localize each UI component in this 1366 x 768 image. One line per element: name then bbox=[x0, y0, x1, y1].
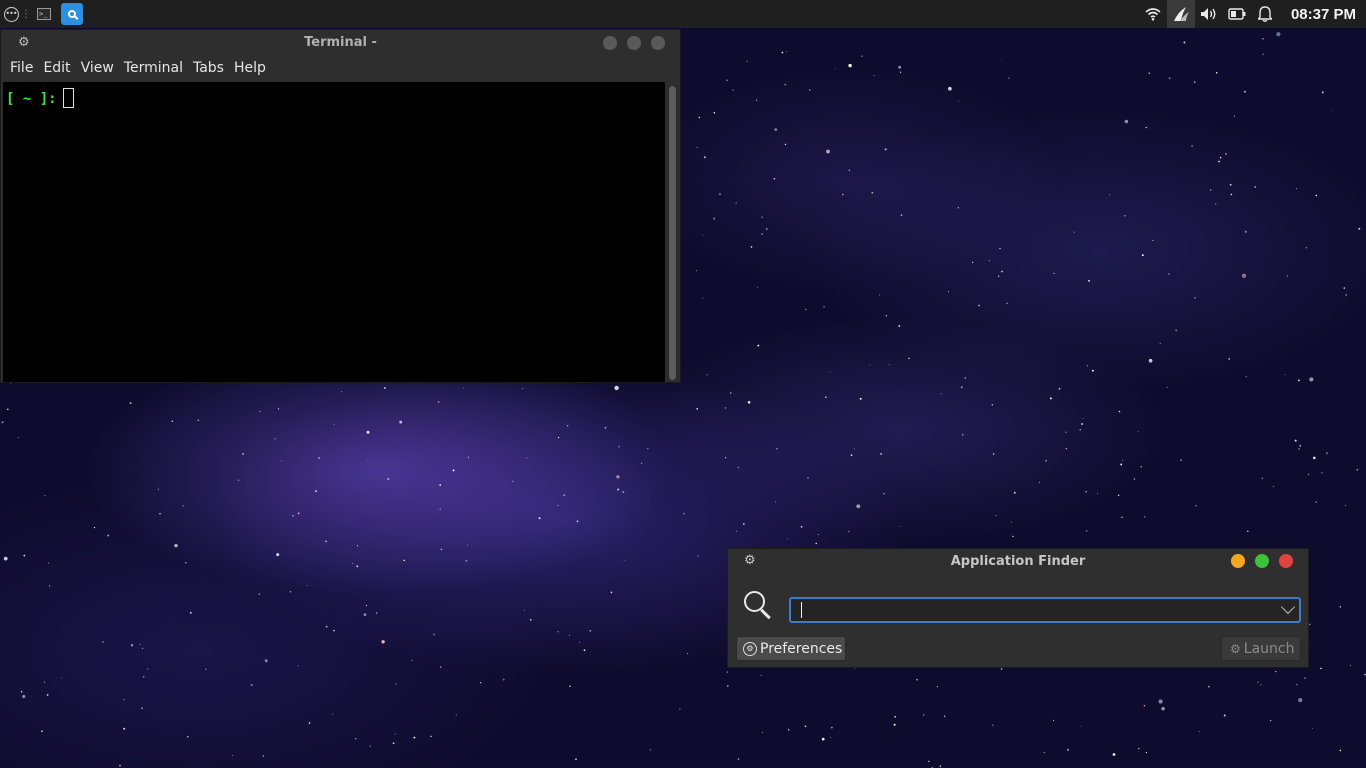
menu-help[interactable]: Help bbox=[229, 60, 271, 76]
app-tray-icon[interactable] bbox=[1166, 0, 1195, 28]
taskbar-terminal[interactable]: >_ bbox=[30, 0, 58, 28]
text-caret bbox=[801, 602, 802, 618]
appfinder-maximize-button[interactable] bbox=[1255, 554, 1269, 568]
appfinder-close-button[interactable] bbox=[1279, 554, 1293, 568]
menu-dots-icon: ••• bbox=[3, 6, 19, 22]
menu-tabs[interactable]: Tabs bbox=[188, 60, 229, 76]
appfinder-search-input[interactable] bbox=[789, 597, 1301, 623]
search-icon bbox=[744, 591, 771, 620]
menu-file[interactable]: File bbox=[5, 60, 38, 76]
launch-icon: ⚙ bbox=[1230, 641, 1241, 656]
taskbar-application-finder[interactable] bbox=[58, 0, 86, 28]
top-panel: ••• ⋮ >_ 08:37 PM bbox=[0, 0, 1366, 28]
terminal-output-area[interactable]: [ ~ ]: bbox=[3, 82, 665, 382]
whisker-menu-button[interactable]: ••• bbox=[0, 0, 22, 28]
terminal-titlebar[interactable]: ⚙ Terminal - bbox=[1, 30, 680, 55]
terminal-window[interactable]: ⚙ Terminal - File Edit View Terminal Tab… bbox=[0, 29, 681, 383]
window-menu-gear-icon[interactable]: ⚙ bbox=[18, 35, 30, 50]
terminal-menubar: File Edit View Terminal Tabs Help bbox=[1, 55, 680, 81]
window-menu-gear-icon[interactable]: ⚙ bbox=[744, 553, 756, 568]
menu-edit[interactable]: Edit bbox=[38, 60, 75, 76]
app-finder-icon bbox=[61, 3, 83, 25]
terminal-cursor bbox=[62, 88, 74, 108]
panel-clock[interactable]: 08:37 PM bbox=[1291, 6, 1356, 23]
terminal-close-button[interactable] bbox=[651, 36, 665, 50]
notification-bell-icon[interactable] bbox=[1251, 0, 1279, 28]
terminal-scrollbar-thumb[interactable] bbox=[669, 86, 676, 380]
launch-label: Launch bbox=[1243, 640, 1295, 657]
terminal-minimize-button[interactable] bbox=[603, 36, 617, 50]
volume-icon[interactable] bbox=[1195, 0, 1223, 28]
appfinder-title: Application Finder bbox=[950, 554, 1086, 569]
terminal-icon: >_ bbox=[37, 8, 51, 20]
terminal-title: Terminal - bbox=[304, 35, 377, 50]
menu-terminal[interactable]: Terminal bbox=[119, 60, 188, 76]
terminal-maximize-button[interactable] bbox=[627, 36, 641, 50]
menu-view[interactable]: View bbox=[76, 60, 119, 76]
battery-icon[interactable] bbox=[1223, 0, 1251, 28]
preferences-icon: ⚙ bbox=[743, 641, 757, 656]
shell-prompt: [ ~ ]: bbox=[6, 88, 74, 108]
appfinder-titlebar[interactable]: ⚙ Application Finder bbox=[728, 549, 1308, 574]
wifi-icon[interactable] bbox=[1139, 0, 1167, 28]
appfinder-minimize-button[interactable] bbox=[1231, 554, 1245, 568]
panel-handle-icon[interactable]: ⋮ bbox=[21, 0, 31, 28]
chevron-down-icon[interactable] bbox=[1280, 599, 1296, 615]
application-finder-window[interactable]: ⚙ Application Finder ⚙ Preferences ⚙ Lau… bbox=[727, 548, 1309, 668]
preferences-button[interactable]: ⚙ Preferences bbox=[736, 636, 846, 661]
preferences-label: Preferences bbox=[760, 640, 843, 657]
terminal-scrollbar[interactable] bbox=[668, 86, 677, 380]
launch-button[interactable]: ⚙ Launch bbox=[1221, 636, 1301, 661]
prompt-text: [ ~ ]: bbox=[6, 91, 57, 107]
